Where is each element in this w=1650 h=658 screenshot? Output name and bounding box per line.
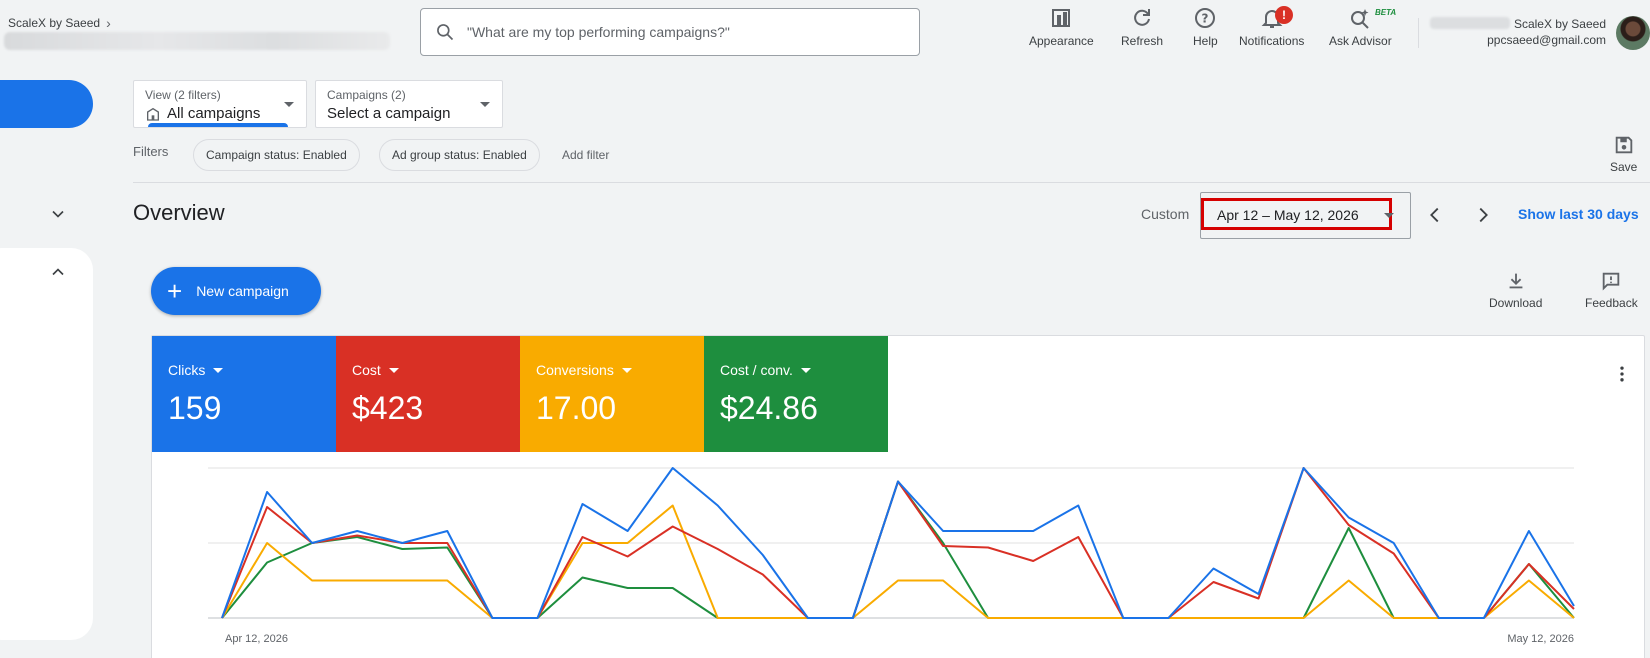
show-last-30-days-link[interactable]: Show last 30 days	[1518, 206, 1639, 222]
view-dropdown[interactable]: View (2 filters) All campaigns	[133, 80, 307, 128]
avatar[interactable]	[1616, 16, 1650, 50]
metric-clicks[interactable]: Clicks 159	[152, 336, 336, 452]
metric-cost-label: Cost	[352, 362, 381, 378]
metric-conversions-label-row: Conversions	[536, 362, 688, 378]
help-icon: ?	[1195, 8, 1216, 28]
redacted-account-info	[4, 32, 390, 50]
caret-down-icon	[388, 367, 399, 373]
metric-cost[interactable]: Cost $423	[336, 336, 520, 452]
building-icon	[147, 107, 159, 121]
new-campaign-label: New campaign	[196, 283, 289, 299]
series-line-cost-conv	[221, 480, 1575, 619]
save-icon	[1615, 136, 1632, 154]
metric-clicks-value: 159	[168, 390, 222, 426]
campaigns-dropdown-label: Campaigns (2)	[327, 88, 406, 102]
chevron-up-icon[interactable]	[48, 262, 68, 282]
chevron-right-icon[interactable]	[1472, 204, 1494, 226]
account-crumb-label: ScaleX by Saeed	[8, 16, 101, 30]
campaigns-dropdown[interactable]: Campaigns (2) Select a campaign	[315, 80, 503, 128]
metric-cost-label-row: Cost	[352, 362, 504, 378]
filter-chip-campaign-status[interactable]: Campaign status: Enabled	[193, 139, 360, 171]
line-chart: Apr 12, 2026 May 12, 2026	[208, 467, 1575, 645]
x-axis-start-label: Apr 12, 2026	[225, 633, 288, 645]
svg-text:?: ?	[1202, 12, 1209, 26]
ask-advisor-label: Ask Advisor	[1329, 34, 1392, 48]
search-box[interactable]	[420, 8, 920, 56]
metric-cost-per-conv-label: Cost / conv.	[720, 362, 793, 378]
add-filter-button[interactable]: Add filter	[562, 148, 609, 162]
chevron-down-icon[interactable]	[48, 204, 68, 224]
header-divider	[1418, 18, 1419, 48]
chevron-right-icon: ›	[106, 15, 111, 31]
view-dropdown-label: View (2 filters)	[145, 88, 221, 102]
caret-down-icon	[1384, 213, 1394, 218]
metric-conversions[interactable]: Conversions 17.00	[520, 336, 704, 452]
metric-clicks-label-row: Clicks	[168, 362, 320, 378]
top-bar: ScaleX by Saeed › Appearance Refresh ? H…	[0, 0, 1650, 66]
caret-down-icon	[213, 367, 224, 373]
metric-cost-per-conv-value: $24.86	[720, 390, 818, 426]
beta-tag: BETA	[1375, 8, 1397, 17]
account-name: ScaleX by Saeed	[1513, 17, 1606, 31]
metric-cost-per-conv-label-row: Cost / conv.	[720, 362, 872, 378]
campaigns-dropdown-value: Select a campaign	[327, 105, 451, 122]
filters-label: Filters	[133, 144, 169, 159]
refresh-icon	[1134, 9, 1151, 26]
feedback-icon	[1603, 272, 1620, 291]
ask-advisor-button[interactable]: BETA Ask Advisor	[1329, 6, 1396, 48]
download-button[interactable]: Download	[1489, 270, 1542, 310]
refresh-button[interactable]: Refresh	[1121, 6, 1163, 48]
caret-down-icon	[800, 367, 811, 373]
feedback-label: Feedback	[1585, 296, 1638, 310]
metric-cost-per-conv[interactable]: Cost / conv. $24.86	[704, 336, 888, 452]
notifications-button[interactable]: ! Notifications	[1239, 6, 1304, 48]
notification-badge: !	[1275, 6, 1293, 24]
caret-down-icon	[621, 367, 632, 373]
view-dropdown-value-row: All campaigns	[145, 105, 295, 122]
account-email: ppcsaeed@gmail.com	[1487, 33, 1606, 47]
metric-conversions-label: Conversions	[536, 362, 614, 378]
filter-chip-ad-group-status[interactable]: Ad group status: Enabled	[379, 139, 540, 171]
metric-conversions-value: 17.00	[536, 390, 617, 426]
save-button[interactable]: Save	[1610, 134, 1637, 174]
date-range-value: Apr 12 – May 12, 2026	[1217, 207, 1359, 223]
plus-icon: +	[167, 276, 183, 306]
performance-chart-card: Clicks 159 Cost $423 Conversions 17.00 C…	[151, 335, 1645, 658]
metric-clicks-label: Clicks	[168, 362, 206, 378]
search-input[interactable]	[467, 24, 887, 40]
account-breadcrumb[interactable]: ScaleX by Saeed ›	[8, 15, 111, 31]
account-info[interactable]: ScaleX by Saeed ppcsaeed@gmail.com	[1487, 16, 1606, 48]
x-axis-end-label: May 12, 2026	[1507, 633, 1574, 645]
appearance-button[interactable]: Appearance	[1029, 6, 1094, 48]
view-underline	[148, 123, 288, 127]
page-title: Overview	[133, 200, 225, 225]
caret-down-icon	[284, 102, 294, 107]
feedback-button[interactable]: Feedback	[1585, 270, 1638, 310]
new-campaign-button[interactable]: + New campaign	[151, 267, 321, 315]
help-button[interactable]: ? Help	[1193, 6, 1218, 48]
advisor-icon	[1351, 9, 1370, 29]
appearance-label: Appearance	[1029, 34, 1094, 48]
download-icon	[1509, 273, 1523, 289]
nav-active-item[interactable]	[0, 80, 93, 128]
search-icon	[437, 24, 454, 41]
appearance-icon	[1052, 9, 1071, 27]
caret-down-icon	[480, 102, 490, 107]
series-line-conversions	[221, 504, 1575, 619]
nav-panel	[0, 248, 93, 640]
notifications-label: Notifications	[1239, 34, 1305, 48]
filters-divider	[133, 182, 1650, 183]
metric-cost-value: $423	[352, 390, 424, 426]
chevron-left-icon[interactable]	[1424, 204, 1446, 226]
view-dropdown-value: All campaigns	[167, 105, 261, 122]
help-label: Help	[1193, 34, 1218, 48]
date-preset-label: Custom	[1141, 206, 1190, 222]
refresh-label: Refresh	[1121, 34, 1164, 48]
save-label: Save	[1610, 160, 1638, 174]
more-vert-icon[interactable]	[1612, 364, 1632, 384]
download-label: Download	[1489, 296, 1543, 310]
